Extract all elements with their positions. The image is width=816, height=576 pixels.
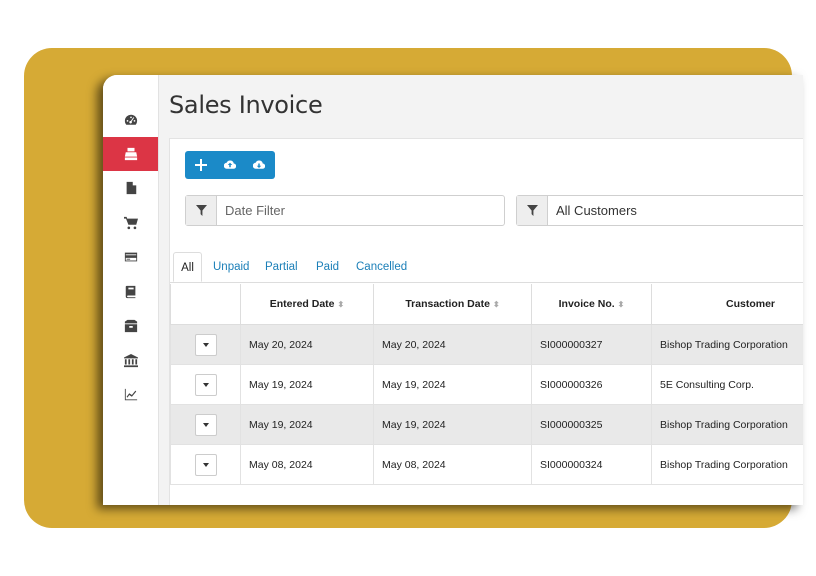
tab-partial[interactable]: Partial (259, 252, 304, 282)
cell-customer: Bishop Trading Corporation (651, 324, 803, 365)
row-actions-dropdown[interactable] (194, 413, 217, 436)
box-icon (124, 319, 137, 333)
status-tabs: All Unpaid Partial Paid Cancelled (170, 252, 803, 283)
date-filter-input[interactable] (217, 196, 504, 225)
sidebar-item-purchases[interactable] (103, 206, 158, 240)
filter-icon (186, 196, 217, 225)
caret-down-icon (202, 462, 209, 467)
chart-icon (124, 388, 137, 401)
sidebar-item-inventory[interactable] (103, 309, 158, 343)
cell-transaction-date: May 08, 2024 (373, 444, 532, 485)
app-window: Sales Invoice Date Filter All Customers … (103, 75, 803, 505)
cell-entered-date: May 20, 2024 (240, 324, 374, 365)
table-header-row: Entered Date ⬍ Transaction Date ⬍ Invoice … (170, 284, 803, 325)
table-row[interactable]: May 08, 2024 May 08, 2024 SI000000324 Bi… (170, 444, 803, 485)
sidebar-item-dashboard[interactable] (103, 103, 158, 137)
invoice-table: Entered Date ⬍ Transaction Date ⬍ Invoice … (170, 284, 803, 485)
cell-transaction-date: May 19, 2024 (373, 404, 532, 445)
sidebar-item-documents[interactable] (103, 171, 158, 205)
cell-customer: Bishop Trading Corporation (651, 444, 803, 485)
cash-register-icon (124, 147, 137, 161)
download-button[interactable] (246, 152, 272, 178)
column-header-customer[interactable]: Customer (651, 284, 803, 325)
book-icon (125, 285, 135, 299)
column-header-transaction-date[interactable]: Transaction Date ⬍ (373, 284, 532, 325)
tab-cancelled[interactable]: Cancelled (350, 252, 413, 282)
sidebar-item-sales[interactable] (103, 137, 158, 171)
bank-icon (123, 354, 138, 368)
sidebar-item-ledger[interactable] (103, 275, 158, 309)
caret-down-icon (202, 342, 209, 347)
table-row[interactable]: May 19, 2024 May 19, 2024 SI000000325 Bi… (170, 404, 803, 445)
sidebar-item-payments[interactable] (103, 240, 158, 274)
document-icon (126, 181, 136, 195)
credit-card-icon (124, 252, 137, 262)
caret-down-icon (202, 422, 209, 427)
column-header-entered-date[interactable]: Entered Date ⬍ (240, 284, 374, 325)
invoice-panel: All Unpaid Partial Paid Cancelled Entere… (169, 138, 803, 505)
cell-customer: Bishop Trading Corporation (651, 404, 803, 445)
tab-paid[interactable]: Paid (310, 252, 345, 282)
cell-transaction-date: May 19, 2024 (373, 364, 532, 405)
row-actions-dropdown[interactable] (194, 373, 217, 396)
page-title: Sales Invoice (169, 91, 323, 119)
sidebar-item-reports[interactable] (103, 378, 158, 412)
cell-invoice-no[interactable]: SI000000325 (531, 404, 652, 445)
tab-unpaid[interactable]: Unpaid (207, 252, 255, 282)
cell-transaction-date: May 20, 2024 (373, 324, 532, 365)
sort-icon: ⬍ (617, 299, 625, 309)
date-filter (185, 195, 505, 226)
table-row[interactable]: May 19, 2024 May 19, 2024 SI000000326 5E… (170, 364, 803, 405)
cloud-upload-icon (223, 160, 236, 169)
dashboard-icon (124, 114, 137, 125)
upload-button[interactable] (217, 152, 243, 178)
cell-invoice-no[interactable]: SI000000326 (531, 364, 652, 405)
main-content: Sales Invoice Date Filter All Customers … (159, 75, 803, 505)
plus-icon (195, 159, 208, 171)
row-actions-dropdown[interactable] (194, 333, 217, 356)
tab-all[interactable]: All (173, 252, 202, 282)
sort-icon: ⬍ (337, 299, 345, 309)
sort-icon: ⬍ (492, 299, 500, 309)
cell-entered-date: May 19, 2024 (240, 404, 374, 445)
cell-customer: 5E Consulting Corp. (651, 364, 803, 405)
cell-entered-date: May 19, 2024 (240, 364, 374, 405)
sidebar (103, 75, 159, 505)
customer-filter-select[interactable] (548, 196, 803, 225)
customer-filter (516, 195, 803, 226)
cell-invoice-no[interactable]: SI000000327 (531, 324, 652, 365)
column-header-invoice-no[interactable]: Invoice No. ⬍ (531, 284, 652, 325)
add-button[interactable] (188, 152, 214, 178)
cell-invoice-no[interactable]: SI000000324 (531, 444, 652, 485)
filter-icon (517, 196, 548, 225)
cloud-download-icon (252, 160, 265, 169)
table-row[interactable]: May 20, 2024 May 20, 2024 SI000000327 Bi… (170, 324, 803, 365)
row-actions-dropdown[interactable] (194, 453, 217, 476)
sidebar-item-banking[interactable] (103, 344, 158, 378)
caret-down-icon (202, 382, 209, 387)
cart-icon (123, 216, 138, 230)
column-header-actions (170, 284, 241, 325)
cell-entered-date: May 08, 2024 (240, 444, 374, 485)
toolbar (185, 151, 275, 179)
